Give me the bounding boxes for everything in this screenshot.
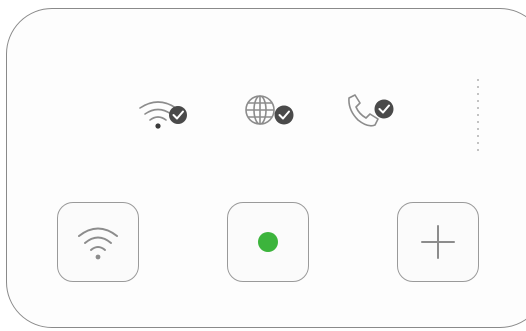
add-button[interactable] (397, 202, 479, 282)
globe-connected-icon (240, 88, 296, 134)
wifi-connected-icon (134, 90, 190, 136)
plus-icon (418, 222, 458, 262)
more-indicator-dots (476, 78, 480, 154)
status-button[interactable] (227, 202, 309, 282)
wifi-icon (75, 222, 121, 262)
wifi-button[interactable] (57, 202, 139, 282)
phone-connected-icon (340, 90, 396, 136)
status-dot-icon (256, 230, 280, 254)
